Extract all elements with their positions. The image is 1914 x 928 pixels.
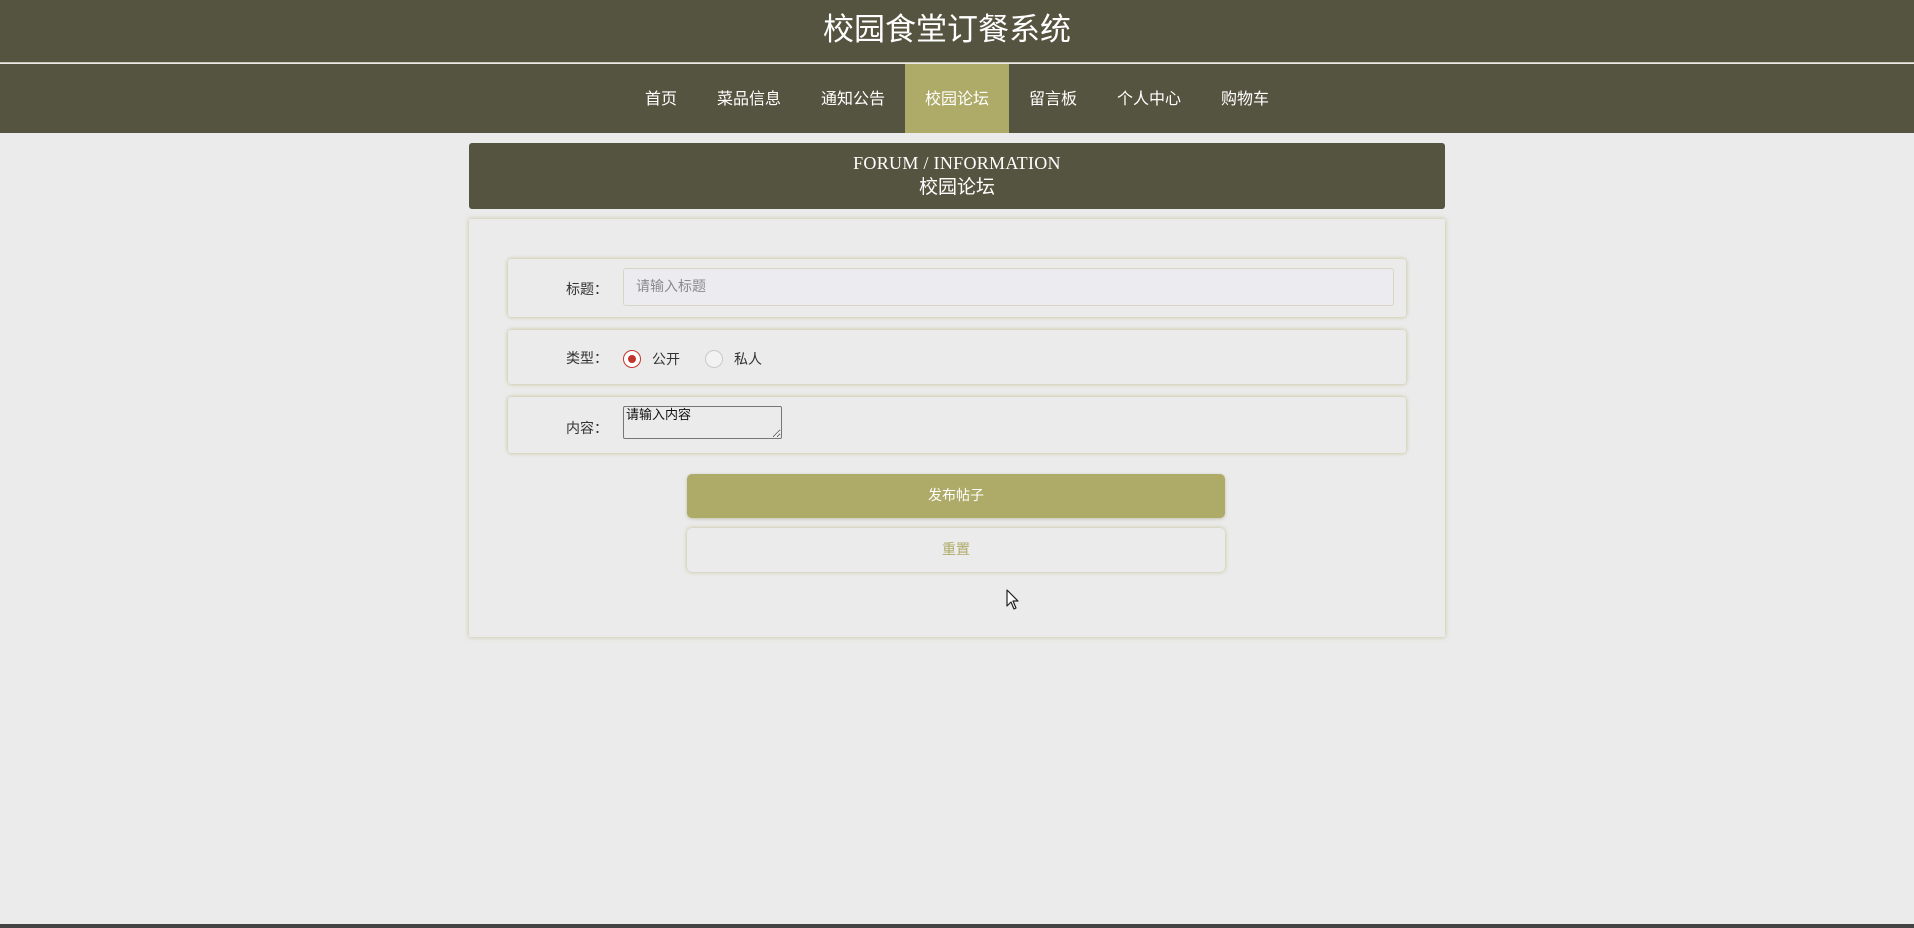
nav-item-notices[interactable]: 通知公告: [801, 64, 905, 133]
form-row-content: 内容：: [508, 397, 1406, 453]
radio-checked-icon: [623, 350, 641, 368]
nav-item-forum[interactable]: 校园论坛: [904, 64, 1009, 133]
submit-post-button[interactable]: 发布帖子: [687, 474, 1225, 518]
title-input[interactable]: [623, 268, 1394, 306]
content-textarea[interactable]: [623, 406, 782, 439]
section-header: FORUM / INFORMATION 校园论坛: [469, 143, 1445, 209]
type-option-private-label: 私人: [734, 352, 762, 368]
section-title-zh: 校园论坛: [918, 177, 995, 198]
bottom-edge: [0, 924, 1914, 928]
nav-item-home[interactable]: 首页: [625, 64, 697, 133]
content-label: 内容：: [566, 421, 608, 437]
type-option-public-label: 公开: [652, 352, 680, 368]
nav-item-cart[interactable]: 购物车: [1201, 64, 1289, 133]
nav-item-messageboard[interactable]: 留言板: [1009, 64, 1097, 133]
forum-post-form: 标题： 类型： 公开 私人 内容： 发布帖子 重置: [469, 219, 1445, 637]
site-header: 校园食堂订餐系统: [0, 0, 1914, 63]
type-radio-private[interactable]: 私人: [705, 349, 762, 369]
nav-item-profile[interactable]: 个人中心: [1097, 64, 1201, 133]
site-title: 校园食堂订餐系统: [823, 12, 1071, 48]
type-radio-public[interactable]: 公开: [623, 349, 680, 369]
main-nav: 首页 菜品信息 通知公告 校园论坛 留言板 个人中心 购物车: [0, 64, 1914, 133]
mouse-pointer-icon: [1006, 589, 1019, 610]
type-label: 类型：: [566, 351, 608, 367]
form-row-title: 标题：: [508, 259, 1406, 317]
nav-list: 首页 菜品信息 通知公告 校园论坛 留言板 个人中心 购物车: [0, 64, 1914, 133]
radio-unchecked-icon: [705, 350, 723, 368]
reset-button[interactable]: 重置: [687, 528, 1225, 572]
title-label: 标题：: [566, 282, 608, 298]
nav-item-dishes[interactable]: 菜品信息: [697, 64, 801, 133]
form-row-type: 类型： 公开 私人: [508, 330, 1406, 384]
section-title-en: FORUM / INFORMATION: [853, 153, 1061, 173]
